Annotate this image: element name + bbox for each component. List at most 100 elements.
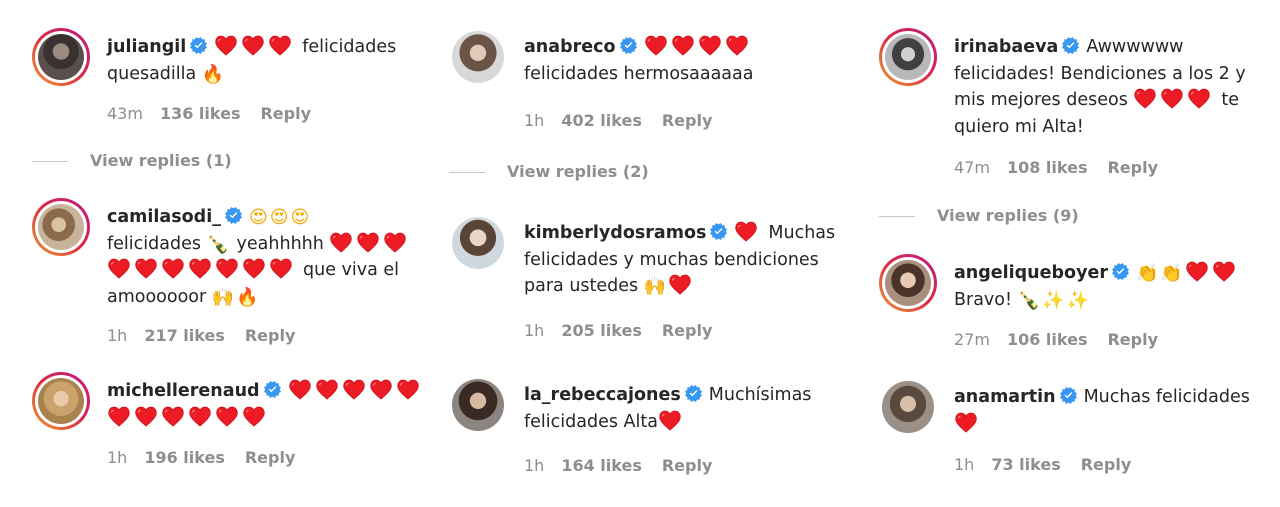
sparkles-icon: ✨ (1042, 289, 1065, 311)
avatar[interactable] (32, 28, 90, 86)
heart-icon (1212, 261, 1236, 282)
avatar[interactable] (879, 28, 937, 86)
verified-badge-icon (620, 37, 637, 54)
replies-divider (32, 161, 68, 162)
heart-icon (1160, 88, 1184, 109)
comment-body: quiero mi Alta! (954, 116, 1084, 137)
comment: michellerenaud 1h 196 likes Reply (32, 372, 422, 472)
heart-icon (1185, 261, 1209, 282)
heart-icon (658, 410, 682, 431)
timestamp: 1h (524, 456, 545, 475)
champagne-icon: 🍾 (1017, 289, 1041, 311)
view-replies-label: View replies (9) (937, 206, 1079, 225)
comment-text: michellerenaud (107, 378, 427, 431)
view-replies-button[interactable]: View replies (1) (32, 151, 232, 170)
username[interactable]: anamartin (954, 387, 1056, 407)
timestamp: 1h (107, 326, 128, 345)
heart-icon (107, 406, 131, 427)
champagne-icon: 🍾 (206, 233, 229, 255)
username[interactable]: camilasodi_ (107, 207, 221, 227)
view-replies-button[interactable]: View replies (2) (449, 162, 649, 181)
avatar[interactable] (449, 28, 507, 86)
comment-meta: 1h 402 likes Reply (524, 111, 712, 130)
verified-badge-icon (710, 223, 727, 240)
likes-count[interactable]: 108 likes (1007, 158, 1088, 177)
reply-button[interactable]: Reply (662, 111, 713, 130)
raised-hands-icon: 🙌 (643, 276, 667, 297)
heart-icon (214, 35, 238, 56)
comment-meta: 1h 164 likes Reply (524, 456, 712, 475)
clap-icon: 👏 (1160, 263, 1183, 284)
heart-icon (383, 232, 407, 253)
reply-button[interactable]: Reply (260, 104, 311, 123)
likes-count[interactable]: 205 likes (561, 321, 642, 340)
reply-button[interactable]: Reply (1107, 330, 1158, 349)
comment-body: felicidades Alta (524, 411, 658, 432)
verified-badge-icon (264, 381, 281, 398)
reply-button[interactable]: Reply (1107, 158, 1158, 177)
comment-body: Bravo! (954, 289, 1013, 310)
heart-icon (134, 406, 158, 427)
heart-icon (671, 35, 695, 56)
username[interactable]: michellerenaud (107, 381, 260, 401)
avatar[interactable] (32, 198, 90, 256)
likes-count[interactable]: 73 likes (991, 455, 1060, 474)
reply-button[interactable]: Reply (662, 456, 713, 475)
timestamp: 1h (524, 111, 545, 130)
comment-body: felicidades (107, 233, 201, 254)
likes-count[interactable]: 217 likes (144, 326, 225, 345)
heart-icon (1133, 88, 1157, 109)
timestamp: 1h (107, 448, 128, 467)
comment-body: para ustedes (524, 276, 639, 296)
username[interactable]: angeliqueboyer (954, 263, 1108, 283)
reply-button[interactable]: Reply (245, 448, 296, 467)
avatar[interactable] (449, 214, 507, 272)
likes-count[interactable]: 106 likes (1007, 330, 1088, 349)
username[interactable]: juliangil (107, 37, 186, 57)
avatar[interactable] (879, 254, 937, 312)
heart-icon (369, 379, 393, 400)
heart-icon (668, 274, 692, 295)
heart-icon (161, 258, 185, 279)
reply-button[interactable]: Reply (245, 326, 296, 345)
avatar[interactable] (879, 378, 937, 436)
username[interactable]: irinabaeva (954, 37, 1058, 57)
view-replies-label: View replies (2) (507, 162, 649, 181)
verified-badge-icon (1112, 263, 1129, 280)
likes-count[interactable]: 196 likes (144, 448, 225, 467)
sparkles-icon: ✨ (1066, 289, 1089, 311)
heart-icon (242, 406, 266, 427)
username[interactable]: anabreco (524, 37, 616, 57)
reply-button[interactable]: Reply (1081, 455, 1132, 474)
comment-text: kimberlydosramos Muchas felicidades y muc… (524, 220, 854, 300)
comment-text: irinabaeva Awwwwww felicidades! Bendicion… (954, 34, 1264, 140)
likes-count[interactable]: 136 likes (160, 104, 241, 123)
comment-meta: 1h 196 likes Reply (107, 448, 295, 467)
comment-text: anamartin Muchas felicidades (954, 384, 1264, 437)
comment-text: juliangil felicidades quesadilla 🔥 (107, 34, 407, 87)
comment: la_rebeccajones Muchísimas felicidades Al… (449, 376, 859, 476)
likes-count[interactable]: 164 likes (561, 456, 642, 475)
comment-body: felicidades hermosaaaaaa (524, 63, 754, 84)
replies-divider (879, 216, 915, 217)
verified-badge-icon (1060, 387, 1077, 404)
comment-body: Muchas felicidades (1083, 387, 1250, 407)
comment-body: Awwwwww (1086, 37, 1184, 57)
heart-icon (329, 232, 353, 253)
comment-meta: 47m 108 likes Reply (954, 158, 1158, 177)
avatar[interactable] (32, 372, 90, 430)
verified-badge-icon (685, 385, 702, 402)
heart-icon (241, 35, 265, 56)
heart-icon (188, 406, 212, 427)
heart-icon (188, 258, 212, 279)
heart-icon (356, 232, 380, 253)
comment-text: la_rebeccajones Muchísimas felicidades Al… (524, 382, 854, 435)
username[interactable]: la_rebeccajones (524, 385, 681, 405)
view-replies-button[interactable]: View replies (9) (879, 206, 1079, 225)
likes-count[interactable]: 402 likes (561, 111, 642, 130)
reply-button[interactable]: Reply (662, 321, 713, 340)
comment-body: yeahhhhh (236, 233, 324, 254)
avatar[interactable] (449, 376, 507, 434)
username[interactable]: kimberlydosramos (524, 223, 706, 243)
comment-body: te (1221, 90, 1240, 110)
